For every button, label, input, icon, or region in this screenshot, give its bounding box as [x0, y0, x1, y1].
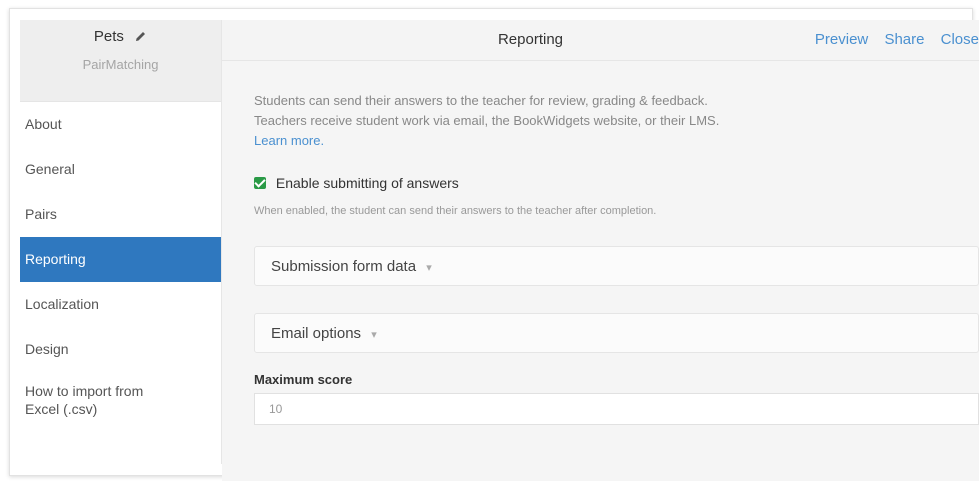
chevron-down-icon: ▾ — [426, 262, 432, 274]
max-score-label: Maximum score — [254, 372, 353, 387]
reporting-panel: Students can send their answers to the t… — [222, 61, 979, 481]
preview-link[interactable]: Preview — [815, 31, 868, 48]
widget-name-text: Pets — [93, 28, 124, 45]
reporting-description: Students can send their answers to the t… — [254, 91, 874, 151]
sidebar-item-import-csv[interactable]: How to import from Excel (.csv) — [20, 372, 170, 432]
widget-title[interactable]: Pets — [20, 20, 221, 47]
sidebar: Pets PairMatching About General Pairs Re… — [20, 20, 222, 464]
email-options-label: Email options — [271, 325, 362, 342]
max-score-input[interactable]: 10 — [254, 393, 979, 425]
learn-more-link[interactable]: Learn more. — [254, 133, 324, 148]
enable-submitting-hint: When enabled, the student can send their… — [254, 205, 657, 217]
close-link[interactable]: Close — [941, 31, 979, 48]
sidebar-item-reporting[interactable]: Reporting — [20, 237, 221, 282]
sidebar-item-localization[interactable]: Localization — [20, 282, 221, 327]
widget-header: Pets PairMatching — [20, 20, 221, 102]
page-title: Reporting — [497, 31, 564, 48]
description-line-2: Teachers receive student work via email,… — [254, 113, 720, 128]
submission-form-label: Submission form data — [271, 258, 417, 275]
description-line-1: Students can send their answers to the t… — [254, 93, 708, 108]
email-options-panel[interactable]: Email options ▾ — [254, 313, 979, 353]
enable-submitting-checkbox[interactable] — [254, 177, 266, 189]
sidebar-item-about[interactable]: About — [20, 102, 221, 147]
header-actions: Preview Share Close — [803, 31, 979, 48]
sidebar-item-pairs[interactable]: Pairs — [20, 192, 221, 237]
pencil-icon[interactable] — [134, 30, 147, 47]
enable-submitting-label: Enable submitting of answers — [275, 175, 459, 191]
enable-submitting-option[interactable]: Enable submitting of answers — [254, 175, 459, 191]
header-bar: Reporting Preview Share Close — [222, 20, 979, 61]
sidebar-item-design[interactable]: Design — [20, 327, 221, 372]
share-link[interactable]: Share — [884, 31, 924, 48]
submission-form-panel[interactable]: Submission form data ▾ — [254, 246, 979, 286]
chevron-down-icon: ▾ — [371, 329, 377, 341]
widget-type: PairMatching — [82, 57, 159, 72]
sidebar-item-general[interactable]: General — [20, 147, 221, 192]
